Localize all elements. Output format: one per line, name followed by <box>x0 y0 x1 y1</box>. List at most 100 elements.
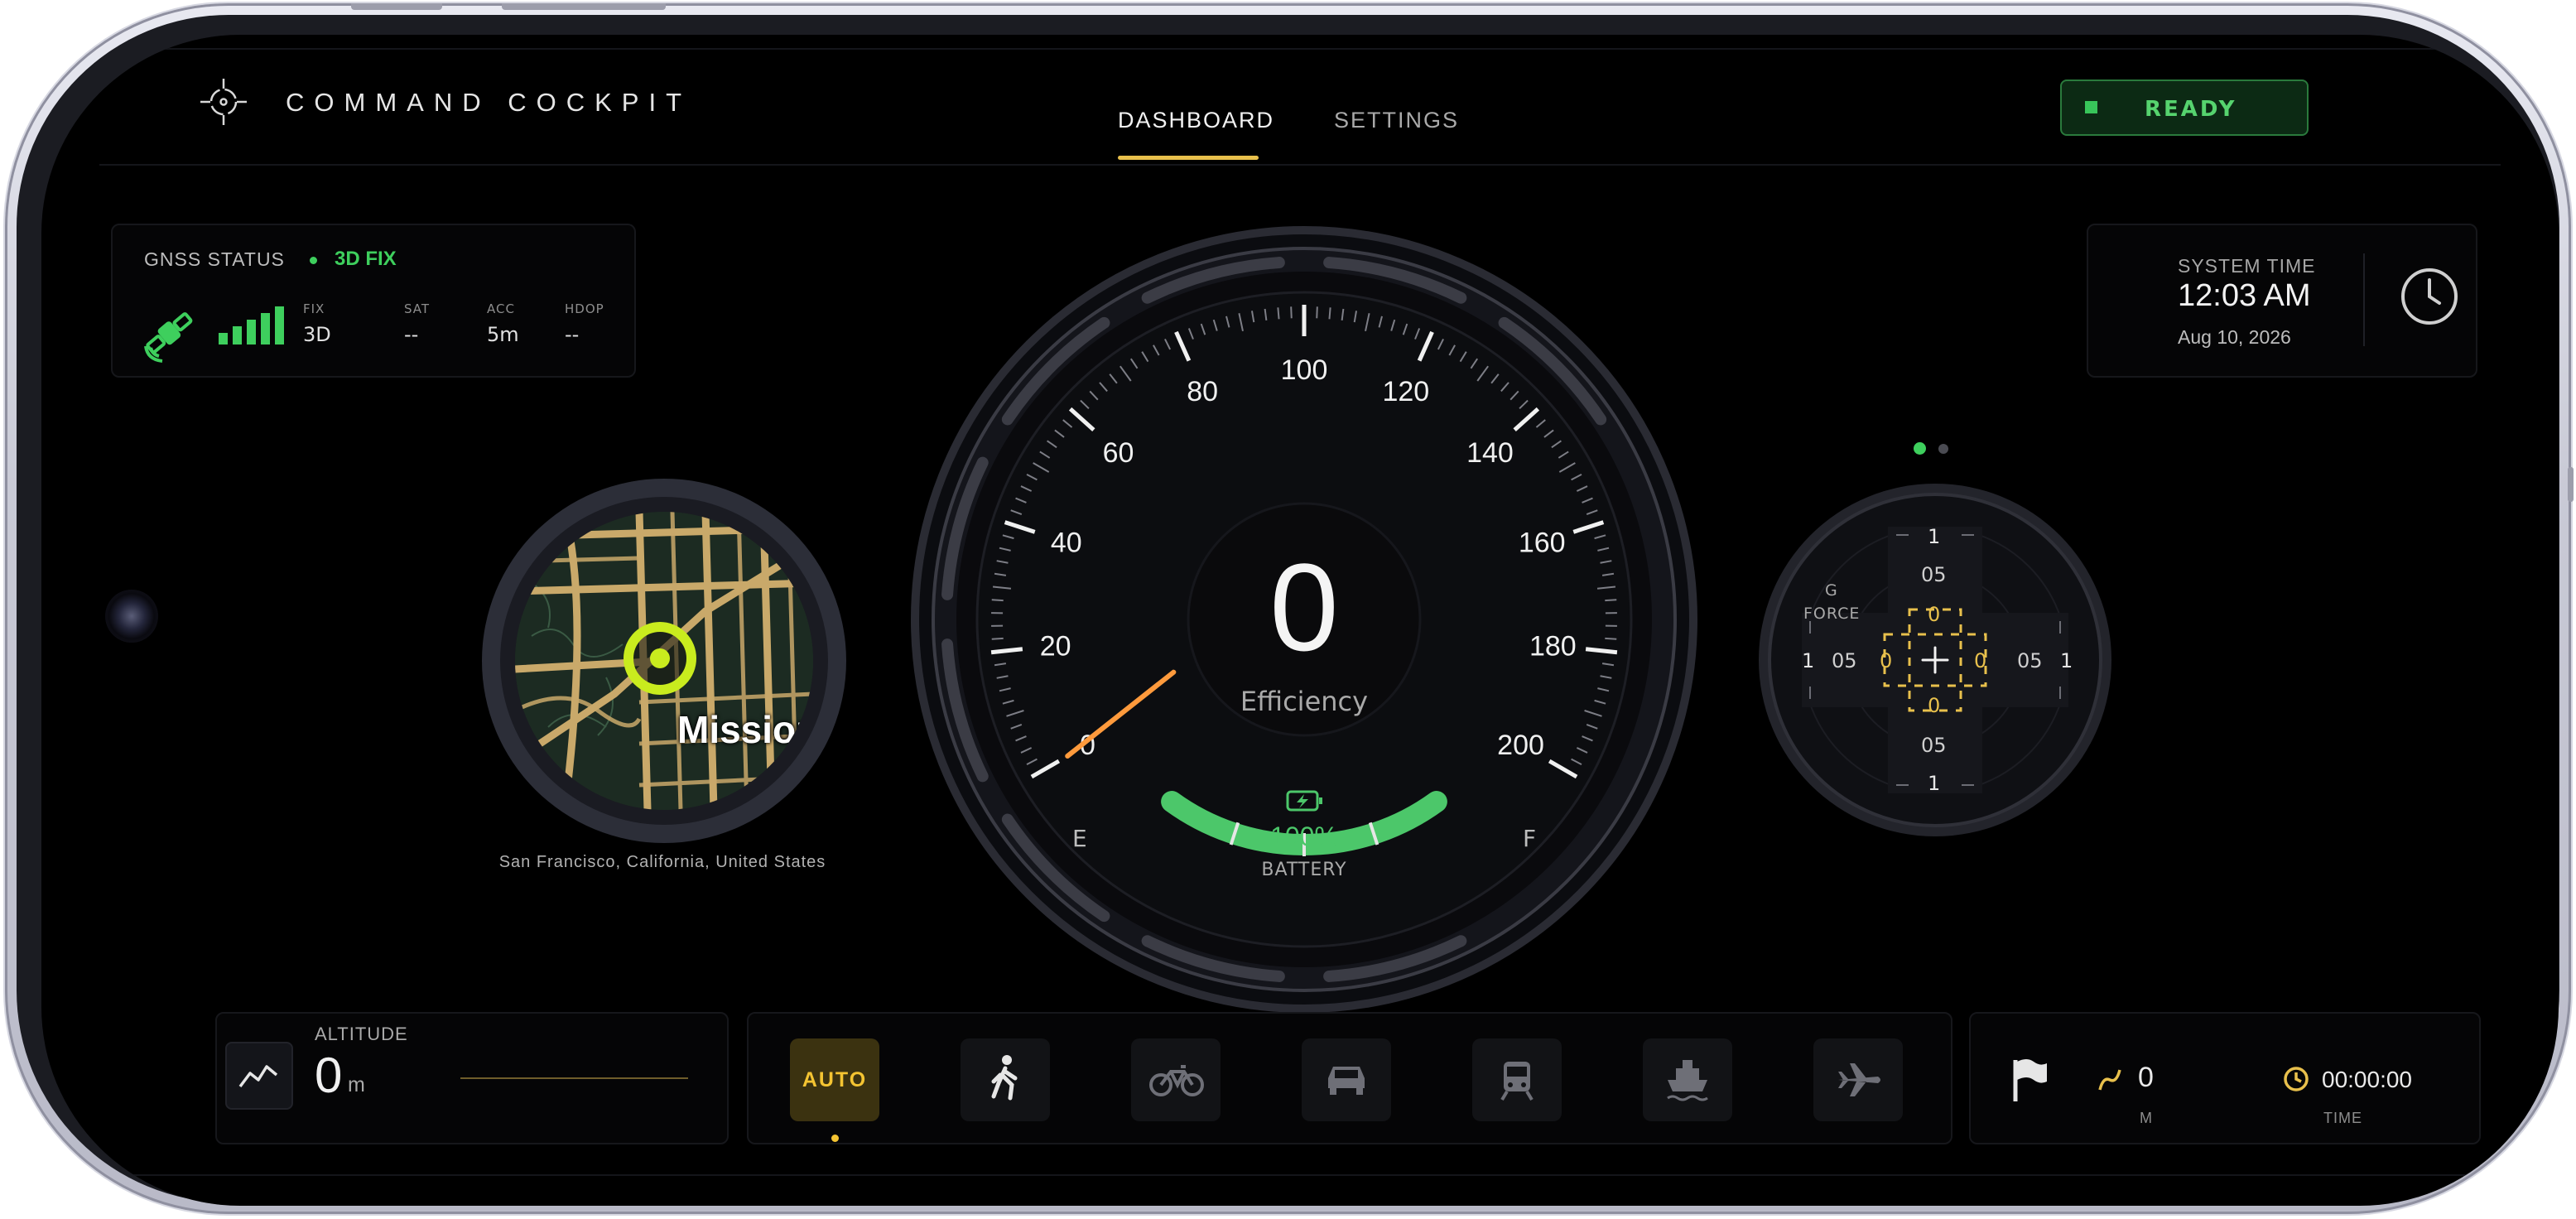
line-chart-icon[interactable] <box>225 1042 293 1110</box>
battery-charging-icon <box>1286 788 1324 813</box>
altitude-value: 0 <box>315 1048 343 1103</box>
car-icon <box>1328 1067 1365 1095</box>
active-tab-indicator <box>1118 156 1259 160</box>
walking-icon <box>991 1055 1018 1101</box>
minor-tick <box>1328 307 1331 320</box>
mode-boat-button[interactable] <box>1643 1038 1732 1121</box>
tick-label: 140 <box>1466 437 1514 469</box>
signal-strength-bars <box>219 305 285 344</box>
g-scale-top-1: 1 <box>1928 525 1941 548</box>
bicycle-icon <box>1149 1065 1204 1096</box>
battery-empty-label: E <box>1072 825 1087 852</box>
tick-label: 20 <box>1040 631 1071 662</box>
mode-plane-button[interactable] <box>1813 1038 1903 1121</box>
system-time-card: SYSTEM TIME 12:03 AM Aug 10, 2026 <box>2087 224 2477 378</box>
selected-mode-dot <box>831 1135 839 1142</box>
mode-train-button[interactable] <box>1472 1038 1562 1121</box>
mode-bike-button[interactable] <box>1131 1038 1221 1121</box>
g-scale-top-05: 05 <box>1921 563 1947 586</box>
gnss-fix-value: 3D <box>303 323 331 346</box>
tick-label: 100 <box>1281 354 1328 386</box>
mini-map[interactable]: Mission <box>482 479 846 843</box>
app-title: COMMAND COCKPIT <box>286 88 691 117</box>
speed-label: Efficiency <box>1240 686 1369 717</box>
g-force-label-force: FORCE <box>1803 605 1861 623</box>
gnss-title: GNSS STATUS <box>144 248 285 270</box>
app-screen: COMMAND COCKPIT DASHBOARD SETTINGS READY… <box>41 35 2559 1206</box>
g-scale-bottom-1: 1 <box>1928 772 1941 795</box>
mode-auto-label: AUTO <box>802 1068 868 1091</box>
side-button <box>2568 467 2574 502</box>
gnss-sat-value: -- <box>404 323 419 346</box>
g-force-meter: G FORCE 1 05 0 0 05 1 1 05 0 0 05 1 <box>1755 480 2115 840</box>
tick-label: 180 <box>1529 631 1577 662</box>
timer-icon <box>2282 1065 2310 1093</box>
train-icon <box>1500 1062 1534 1101</box>
status-ready-button[interactable]: READY <box>2060 80 2309 136</box>
minor-tick <box>1605 637 1617 640</box>
tab-settings[interactable]: SETTINGS <box>1334 108 1459 133</box>
mode-walk-button[interactable] <box>961 1038 1050 1121</box>
ship-icon <box>1667 1060 1708 1101</box>
gnss-hdop-label: HDOP <box>565 301 604 316</box>
minor-tick <box>991 637 1004 640</box>
trip-time-label: TIME <box>2323 1110 2362 1126</box>
gnss-fix-state: 3D FIX <box>335 248 397 270</box>
tick-label: 80 <box>1187 376 1218 407</box>
tick-label: 60 <box>1103 437 1134 469</box>
g-scale-left-1: 1 <box>1802 649 1815 672</box>
location-marker-icon <box>623 621 697 696</box>
minor-tick <box>1290 306 1293 319</box>
mode-car-button[interactable] <box>1302 1038 1391 1121</box>
tick-label: 40 <box>1051 528 1082 559</box>
gnss-acc-label: ACC <box>487 301 515 316</box>
front-camera <box>105 590 158 643</box>
gnss-acc-value: 5m <box>487 323 519 346</box>
g-scale-bottom-05: 05 <box>1921 734 1947 757</box>
distance-value: 0 <box>2138 1062 2154 1093</box>
trip-time-value: 00:00:00 <box>2322 1067 2412 1092</box>
altitude-trend-line <box>460 1077 688 1079</box>
gnss-status-card: GNSS STATUS 3D FIX FIX 3D SAT -- ACC 5m … <box>111 224 636 378</box>
gnss-fix-label: FIX <box>303 301 325 316</box>
battery-percent: 100% <box>1270 822 1338 851</box>
gnss-fix-dot <box>310 257 317 264</box>
g-scale-top-0: 0 <box>1928 603 1941 626</box>
mode-auto-button[interactable]: AUTO <box>790 1038 879 1121</box>
g-force-label-g: G <box>1825 581 1837 600</box>
system-time-label: SYSTEM TIME <box>2178 255 2316 277</box>
g-scale-right-05: 05 <box>2017 649 2043 672</box>
status-indicator <box>2085 101 2097 113</box>
clock-icon <box>2398 265 2461 328</box>
speed-value: 0 <box>1269 537 1339 677</box>
tick-label: 160 <box>1519 528 1566 559</box>
page-indicator-inactive[interactable] <box>1938 444 1948 454</box>
altitude-unit: m <box>348 1073 365 1096</box>
page-indicator-active[interactable] <box>1914 442 1926 455</box>
gnss-hdop-value: -- <box>565 323 580 346</box>
g-scale-right-0: 0 <box>1974 649 1987 672</box>
divider <box>2363 253 2365 346</box>
tick-label: 200 <box>1497 730 1544 761</box>
g-scale-left-05: 05 <box>1832 649 1857 672</box>
satellite-icon <box>141 305 199 363</box>
flag-icon[interactable] <box>2010 1057 2050 1103</box>
tab-dashboard[interactable]: DASHBOARD <box>1118 108 1274 133</box>
distance-unit: M <box>2140 1110 2153 1126</box>
map-location-caption: San Francisco, California, United States <box>498 853 826 871</box>
map-place-label: Mission <box>677 708 813 751</box>
distance-icon <box>2095 1065 2125 1095</box>
power-button <box>502 3 666 10</box>
transport-mode-bar: AUTO <box>747 1012 1952 1144</box>
battery-label: BATTERY <box>1261 860 1347 880</box>
airplane-icon <box>1838 1063 1880 1096</box>
g-scale-left-0: 0 <box>1880 649 1893 672</box>
status-label: READY <box>2145 97 2237 122</box>
gnss-sat-label: SAT <box>404 301 431 316</box>
speedometer-gauge: 0 20 40 60 80 100 120 140 160 180 200 0 Efficiency… <box>907 222 1702 1017</box>
system-time-value: 12:03 AM <box>2178 278 2311 313</box>
device-frame: COMMAND COCKPIT DASHBOARD SETTINGS READY… <box>5 3 2574 1214</box>
trip-card: 0 M 00:00:00 TIME <box>1969 1012 2481 1144</box>
battery-full-label: F <box>1523 825 1537 852</box>
volume-button <box>351 3 442 10</box>
